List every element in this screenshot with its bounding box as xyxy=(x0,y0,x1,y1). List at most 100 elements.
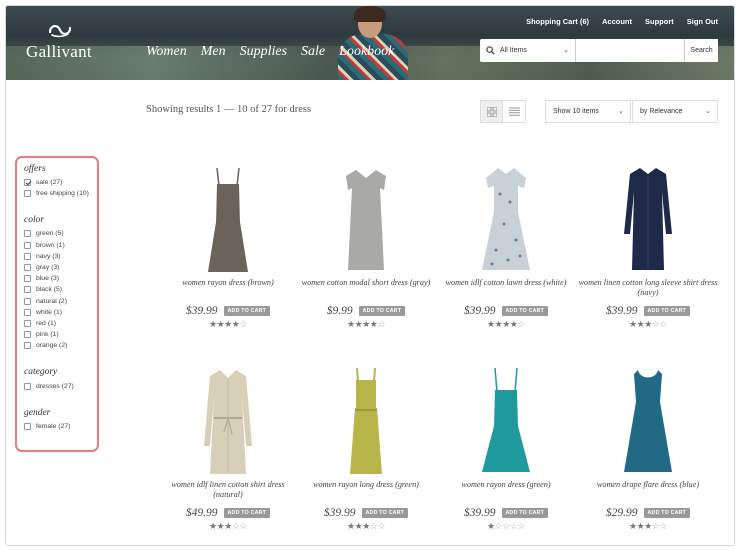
dress-image[interactable] xyxy=(338,164,394,274)
main-nav: Women Men Supplies Sale Lookbook xyxy=(146,44,394,60)
product-name[interactable]: women idlf cotton lawn dress (white) xyxy=(436,278,576,300)
list-view-button[interactable] xyxy=(503,101,525,122)
star-empty-icon: ☆ xyxy=(659,319,667,329)
filter-checkbox[interactable] xyxy=(24,190,31,198)
product-price: $39.99 xyxy=(185,305,218,317)
dress-image[interactable] xyxy=(620,366,676,476)
nav-lookbook[interactable]: Lookbook xyxy=(339,44,394,60)
filter-option[interactable]: white (1) xyxy=(24,307,97,318)
filter-checkbox[interactable] xyxy=(24,241,31,249)
filter-option[interactable]: natural (2) xyxy=(24,296,97,307)
product-name[interactable]: women rayon long dress (green) xyxy=(296,480,436,502)
filter-checkbox[interactable] xyxy=(24,264,31,272)
product-image[interactable] xyxy=(296,164,436,276)
filter-checkbox[interactable] xyxy=(24,286,31,294)
product-rating: ★★★☆☆ xyxy=(158,521,298,532)
product-buy-row: $49.99 ADD TO CART xyxy=(158,507,298,519)
search-button[interactable]: Search xyxy=(684,39,718,62)
dress-image[interactable] xyxy=(620,164,676,274)
filter-option-label: pink (1) xyxy=(36,331,59,339)
shopping-cart-link[interactable]: Shopping Cart (6) xyxy=(526,17,589,26)
filter-option[interactable]: gray (3) xyxy=(24,262,97,273)
filter-option[interactable]: red (1) xyxy=(24,318,97,329)
nav-sale[interactable]: Sale xyxy=(301,44,325,60)
filter-group-color: color green (5) brown (1) navy (3) gray (3) b… xyxy=(24,215,97,351)
add-to-cart-button[interactable]: ADD TO CART xyxy=(643,508,691,518)
brand-logo[interactable]: Gallivant xyxy=(26,22,96,62)
site-header: Gallivant Women Men Supplies Sale Lookbo… xyxy=(6,6,734,80)
dress-image[interactable] xyxy=(200,164,256,274)
filter-option[interactable]: black (5) xyxy=(24,284,97,295)
per-page-select[interactable]: Show 10 items ⌄ xyxy=(545,100,631,123)
product-image[interactable] xyxy=(296,366,436,478)
filter-checkbox[interactable] xyxy=(24,331,31,339)
filter-option[interactable]: orange (2) xyxy=(24,340,97,351)
nav-supplies[interactable]: Supplies xyxy=(240,44,287,60)
page-frame: Gallivant Women Men Supplies Sale Lookbo… xyxy=(5,5,735,546)
add-to-cart-button[interactable]: ADD TO CART xyxy=(223,306,271,316)
filter-checkbox[interactable] xyxy=(24,342,31,350)
product-rating: ★★★★☆ xyxy=(296,319,436,330)
filter-checkbox[interactable] xyxy=(24,297,31,305)
filter-option[interactable]: green (5) xyxy=(24,228,97,239)
nav-women[interactable]: Women xyxy=(146,44,187,60)
filter-option[interactable]: free shipping (10) xyxy=(24,188,97,199)
add-to-cart-button[interactable]: ADD TO CART xyxy=(358,306,406,316)
product-buy-row: $39.99 ADD TO CART xyxy=(436,507,576,519)
results-summary: Showing results 1 — 10 of 27 for dress xyxy=(146,104,312,115)
dress-image[interactable] xyxy=(200,366,256,476)
account-link[interactable]: Account xyxy=(602,17,632,26)
add-to-cart-button[interactable]: ADD TO CART xyxy=(501,306,549,316)
search-scope-select[interactable]: All Items ⌄ xyxy=(480,39,576,62)
filter-option[interactable]: female (27) xyxy=(24,421,97,432)
product-image[interactable] xyxy=(436,164,576,276)
star-filled-icon: ★ xyxy=(644,521,652,531)
filter-checkbox[interactable] xyxy=(24,179,31,187)
add-to-cart-button[interactable]: ADD TO CART xyxy=(643,306,691,316)
sort-select[interactable]: by Relevance ⌄ xyxy=(632,100,718,123)
nav-men[interactable]: Men xyxy=(201,44,226,60)
star-empty-icon: ☆ xyxy=(659,521,667,531)
filter-checkbox[interactable] xyxy=(24,275,31,283)
filter-option[interactable]: brown (1) xyxy=(24,240,97,251)
product-name[interactable]: women linen cotton long sleeve shirt dre… xyxy=(578,278,718,300)
product-image[interactable] xyxy=(578,366,718,478)
product-name[interactable]: women cotton modal short dress (gray) xyxy=(296,278,436,300)
filter-option-label: natural (2) xyxy=(36,297,67,305)
filter-option[interactable]: sale (27) xyxy=(24,177,97,188)
add-to-cart-button[interactable]: ADD TO CART xyxy=(223,508,271,518)
grid-view-button[interactable] xyxy=(481,101,504,122)
product-card: women linen cotton long sleeve shirt dre… xyxy=(578,164,718,330)
star-filled-icon: ★ xyxy=(644,319,652,329)
product-name[interactable]: women drape flare dress (blue) xyxy=(578,480,718,502)
product-image[interactable] xyxy=(436,366,576,478)
product-name[interactable]: women idlf linen cotton shirt dress (nat… xyxy=(158,480,298,502)
filter-checkbox[interactable] xyxy=(24,422,31,430)
support-link[interactable]: Support xyxy=(645,17,674,26)
filter-checkbox[interactable] xyxy=(24,319,31,327)
dress-image[interactable] xyxy=(478,366,534,476)
filter-option[interactable]: pink (1) xyxy=(24,329,97,340)
sign-out-link[interactable]: Sign Out xyxy=(687,17,718,26)
product-name[interactable]: women rayon dress (green) xyxy=(436,480,576,502)
filter-option-label: female (27) xyxy=(36,422,71,430)
dress-image[interactable] xyxy=(338,366,394,476)
filter-checkbox[interactable] xyxy=(24,230,31,238)
product-image[interactable] xyxy=(158,366,298,478)
filter-option[interactable]: dresses (27) xyxy=(24,380,97,391)
product-image[interactable] xyxy=(578,164,718,276)
filter-checkbox[interactable] xyxy=(24,252,31,260)
search-input[interactable] xyxy=(576,40,684,61)
product-image[interactable] xyxy=(158,164,298,276)
add-to-cart-button[interactable]: ADD TO CART xyxy=(361,508,409,518)
filter-option[interactable]: blue (3) xyxy=(24,273,97,284)
product-name[interactable]: women rayon dress (brown) xyxy=(158,278,298,300)
dress-image[interactable] xyxy=(478,164,534,274)
filter-option[interactable]: navy (3) xyxy=(24,251,97,262)
filter-group-title: offers xyxy=(24,164,46,174)
add-to-cart-button[interactable]: ADD TO CART xyxy=(501,508,549,518)
search-icon xyxy=(486,46,495,55)
product-card: women rayon long dress (green) $39.99 AD… xyxy=(296,366,436,532)
filter-checkbox[interactable] xyxy=(24,308,31,316)
filter-checkbox[interactable] xyxy=(24,382,31,390)
